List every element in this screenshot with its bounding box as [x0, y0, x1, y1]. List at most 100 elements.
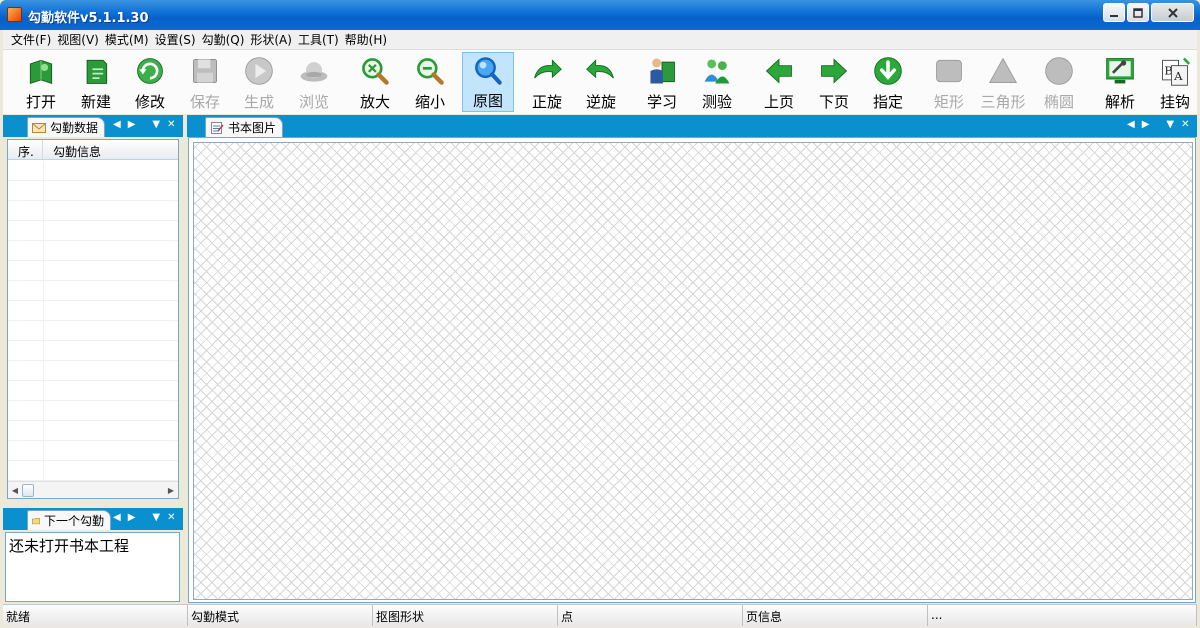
- maximize-button[interactable]: [1127, 3, 1149, 22]
- scroll-left-icon[interactable]: ◀: [113, 512, 121, 523]
- tab-label: 书本图片: [228, 121, 277, 135]
- panel-menu-icon[interactable]: ▼: [1166, 119, 1174, 130]
- next-panel-header: 下一个勾勤 ◀ ▶ ▼ ✕: [3, 508, 183, 530]
- scroll-right-icon[interactable]: ▶: [128, 119, 136, 130]
- open-book-icon: [29, 59, 53, 85]
- no-project-message: 还未打开书本工程: [9, 537, 130, 555]
- toolbar-button-5[interactable]: 浏览: [288, 52, 340, 112]
- image-panel-header: 书本图片 ◀ ▶ ▼ ✕: [187, 115, 1197, 137]
- toolbar-label: 测验: [701, 93, 732, 111]
- scroll-thumb[interactable]: [22, 483, 34, 497]
- close-icon: [1167, 7, 1178, 18]
- toolbar-label: 新建: [80, 93, 111, 111]
- toolbar-label: 保存: [189, 93, 220, 111]
- toolbar-button-10[interactable]: 逆旋: [575, 52, 627, 112]
- toolbar-button-15[interactable]: 指定: [862, 52, 914, 112]
- toolbar-label: 修改: [134, 93, 165, 111]
- menu-item-5[interactable]: 形状(A): [250, 31, 292, 48]
- scroll-right-icon[interactable]: ▶: [128, 512, 136, 523]
- toolbar-button-0[interactable]: 打开: [15, 52, 67, 112]
- panel-menu-icon[interactable]: ▼: [152, 119, 160, 130]
- list-header: 序. 勾勤信息: [8, 140, 178, 160]
- maximize-icon: [1133, 7, 1143, 18]
- play-icon: [245, 57, 273, 85]
- close-button[interactable]: [1151, 3, 1194, 22]
- panel-close-icon[interactable]: ✕: [1181, 119, 1189, 130]
- toolbar-button-18[interactable]: 椭圆: [1033, 52, 1085, 112]
- toolbar-button-2[interactable]: 修改: [124, 52, 176, 112]
- tab-label: 下一个勾勤: [43, 514, 104, 528]
- scroll-left-icon[interactable]: ◀: [1127, 119, 1135, 130]
- tab-next-check[interactable]: 下一个勾勤: [27, 510, 111, 530]
- list-rows: [8, 161, 178, 481]
- zoom-out-icon: [417, 58, 444, 85]
- toolbar-button-19[interactable]: 解析: [1094, 52, 1146, 112]
- menu-item-7[interactable]: 帮助(H): [345, 31, 387, 48]
- rectangle-icon: [936, 59, 962, 83]
- toolbar-label: 原图: [472, 92, 503, 110]
- panel-menu-icon[interactable]: ▼: [152, 512, 160, 523]
- panel-close-icon[interactable]: ✕: [167, 512, 175, 523]
- minimize-icon: [1110, 14, 1118, 17]
- menu-item-4[interactable]: 勾勤(Q): [202, 31, 245, 48]
- menu-item-1[interactable]: 视图(V): [57, 31, 99, 48]
- rotate-cw-icon: [534, 59, 562, 79]
- rotate-ccw-icon: [586, 59, 614, 79]
- toolbar-button-4[interactable]: 生成: [233, 52, 285, 112]
- toolbar-button-12[interactable]: 测验: [691, 52, 743, 112]
- column-header-index[interactable]: 序.: [8, 140, 43, 159]
- title-bar: 勾勤软件v5.1.1.30: [0, 0, 1200, 30]
- column-header-info[interactable]: 勾勤信息: [43, 140, 178, 159]
- toolbar-button-11[interactable]: 学习: [636, 52, 688, 112]
- toolbar-button-13[interactable]: 上页: [753, 52, 805, 112]
- toolbar-label: 挂钩: [1159, 93, 1190, 111]
- floppy-disk-icon: [193, 59, 217, 83]
- scroll-right-icon[interactable]: ▶: [1142, 119, 1150, 130]
- toolbar-button-17[interactable]: 三角形: [977, 52, 1029, 112]
- scroll-right-arrow-icon[interactable]: ▶: [164, 486, 178, 495]
- toolbar-button-20[interactable]: B A 挂钩: [1149, 52, 1200, 112]
- window-controls: [1103, 3, 1194, 22]
- panel-controls: ◀ ▶ ▼ ✕: [113, 119, 176, 130]
- scroll-left-icon[interactable]: ◀: [113, 119, 121, 130]
- horizontal-scrollbar[interactable]: ◀ ▶: [8, 481, 178, 498]
- menu-bar: 文件(F) 视图(V) 模式(M) 设置(S) 勾勤(Q) 形状(A) 工具(T) 帮助(H): [3, 30, 1197, 49]
- status-bar: 就绪 勾勤模式 抠图形状点页信息...: [3, 604, 1197, 626]
- minimize-button[interactable]: [1103, 3, 1125, 22]
- triangle-icon: [988, 57, 1018, 83]
- refresh-icon: [137, 58, 163, 84]
- toolbar-label: 浏览: [298, 93, 329, 111]
- toolbar-button-8[interactable]: 原图: [462, 52, 514, 112]
- magnifier-icon: [475, 57, 502, 85]
- person-book-icon: [650, 58, 675, 84]
- hat-icon: [300, 62, 328, 82]
- panel-close-icon[interactable]: ✕: [167, 119, 175, 130]
- arrow-down-circle-icon: [874, 57, 902, 85]
- panel-controls: ◀ ▶ ▼ ✕: [113, 512, 176, 523]
- notepad-icon: [211, 121, 224, 134]
- scroll-left-arrow-icon[interactable]: ◀: [8, 486, 22, 495]
- status-cell-3: 点: [558, 605, 743, 626]
- toolbar-button-9[interactable]: 正旋: [521, 52, 573, 112]
- tab-check-data[interactable]: 勾勤数据: [27, 117, 106, 137]
- toolbar-label: 放大: [359, 93, 390, 111]
- toolbar-button-16[interactable]: 矩形: [923, 52, 975, 112]
- window-title: 勾勤软件v5.1.1.30: [28, 11, 149, 26]
- zoom-in-icon: [362, 58, 389, 85]
- tab-book-image[interactable]: 书本图片: [205, 117, 284, 137]
- check-data-list: 序. 勾勤信息 ◀ ▶: [7, 139, 179, 499]
- toolbar-button-1[interactable]: 新建: [70, 52, 122, 112]
- menu-item-0[interactable]: 文件(F): [11, 31, 51, 48]
- toolbar-label: 逆旋: [585, 93, 616, 111]
- book-image-canvas[interactable]: [193, 142, 1193, 600]
- menu-item-2[interactable]: 模式(M): [105, 31, 149, 48]
- menu-item-3[interactable]: 设置(S): [155, 31, 196, 48]
- menu-item-6[interactable]: 工具(T): [298, 31, 339, 48]
- toolbar-button-14[interactable]: 下页: [808, 52, 860, 112]
- toolbar-button-6[interactable]: 放大: [349, 52, 401, 112]
- toolbar-label: 缩小: [414, 93, 445, 111]
- next-check-content: 还未打开书本工程: [5, 532, 180, 602]
- toolbar-label: 椭圆: [1043, 93, 1074, 111]
- toolbar-button-3[interactable]: 保存: [179, 52, 231, 112]
- toolbar-button-7[interactable]: 缩小: [404, 52, 456, 112]
